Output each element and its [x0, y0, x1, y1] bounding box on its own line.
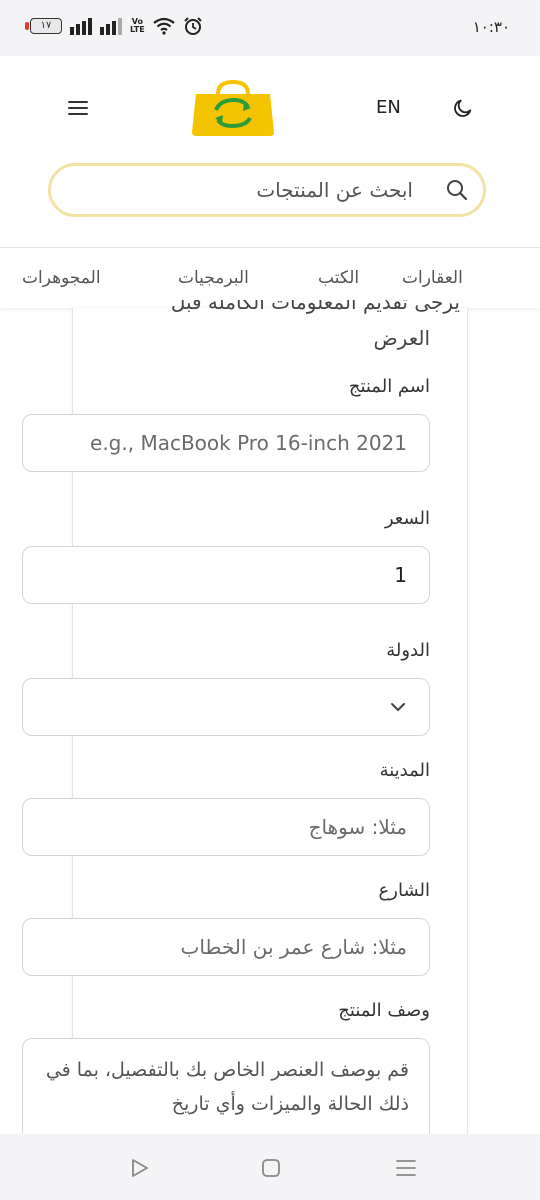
price-input[interactable]	[23, 547, 429, 603]
chevron-down-icon[interactable]	[388, 697, 408, 717]
price-field[interactable]	[22, 546, 430, 604]
signal-icon	[70, 17, 92, 35]
country-select[interactable]	[22, 678, 430, 736]
menu-icon[interactable]	[66, 97, 90, 119]
category-books[interactable]: الكتب	[318, 268, 359, 288]
category-real-estate[interactable]: العقارات	[402, 268, 463, 288]
product-name-input[interactable]	[23, 415, 429, 471]
country-label: الدولة	[386, 640, 430, 661]
city-input[interactable]	[23, 799, 429, 855]
product-name-field[interactable]	[22, 414, 430, 472]
signal-icon-2	[100, 17, 122, 35]
category-jewelry[interactable]: المجوهرات	[22, 268, 101, 288]
search-icon[interactable]	[445, 178, 469, 202]
form-intro-clipped: يرجى تقديم المعلومات الكاملة قبل	[170, 300, 460, 314]
moon-icon[interactable]	[452, 97, 474, 119]
volte-icon: Vo LTE	[130, 17, 145, 34]
form-intro-text: العرض	[373, 326, 430, 350]
recents-icon[interactable]	[394, 1156, 418, 1180]
search-input[interactable]	[51, 166, 483, 214]
city-field[interactable]	[22, 798, 430, 856]
search-bar[interactable]	[48, 163, 486, 217]
street-field[interactable]	[22, 918, 430, 976]
description-field[interactable]	[22, 1038, 430, 1134]
language-toggle[interactable]: EN	[376, 97, 401, 118]
status-icons: ١٧ Vo LTE	[25, 16, 203, 36]
product-name-label: اسم المنتج	[348, 376, 430, 397]
alarm-icon	[183, 17, 202, 35]
site-logo[interactable]	[188, 80, 278, 138]
price-label: السعر	[384, 508, 430, 529]
wifi-icon	[153, 17, 175, 35]
description-label: وصف المنتج	[338, 1000, 430, 1021]
city-label: المدينة	[379, 760, 430, 781]
home-icon[interactable]	[259, 1156, 283, 1180]
status-bar: ١٧ Vo LTE ١٠:٣٠	[0, 0, 540, 56]
status-time: ١٠:٣٠	[472, 18, 510, 36]
street-label: الشارع	[378, 880, 430, 901]
back-icon[interactable]	[128, 1156, 152, 1180]
description-input[interactable]	[23, 1039, 429, 1134]
battery-icon: ١٧	[25, 18, 62, 34]
street-input[interactable]	[23, 919, 429, 975]
category-software[interactable]: البرمجيات	[178, 268, 249, 288]
